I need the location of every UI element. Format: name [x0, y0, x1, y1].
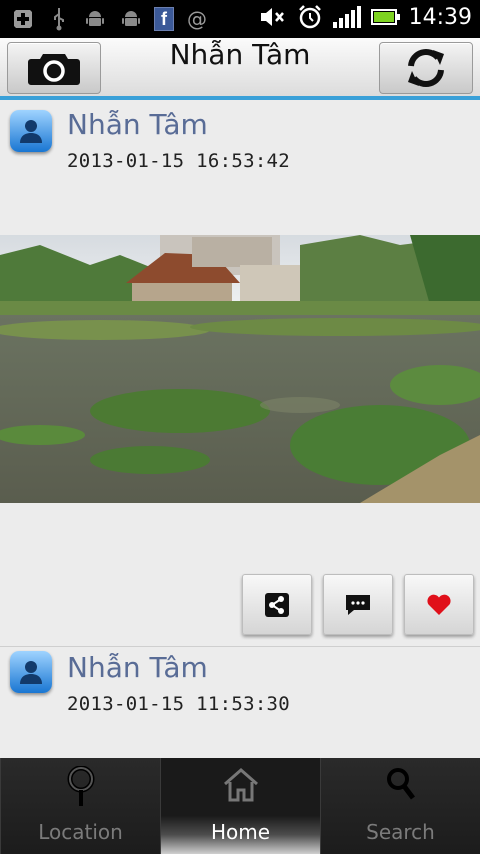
- mute-icon: [260, 8, 284, 26]
- location-pin-icon: [67, 766, 94, 806]
- alarm-icon: [298, 5, 321, 29]
- post-item[interactable]: Nhẫn Tâm 2013-01-15 16:53:42: [0, 104, 480, 234]
- facebook-icon: f: [154, 7, 174, 31]
- tab-search[interactable]: Search: [320, 758, 480, 854]
- camera-icon: [28, 54, 80, 85]
- like-heart-icon: [427, 594, 451, 615]
- notification-icons: f @: [10, 6, 210, 32]
- search-icon: [386, 768, 415, 800]
- share-button[interactable]: [242, 574, 312, 635]
- avatar[interactable]: [10, 651, 52, 693]
- tab-label: Home: [210, 820, 271, 844]
- usb-icon: [46, 6, 72, 32]
- home-icon: [223, 768, 258, 802]
- refresh-button[interactable]: [379, 42, 473, 94]
- add-notification-icon: [10, 6, 36, 32]
- email-at-icon: @: [187, 7, 207, 31]
- tab-label: Search: [366, 820, 435, 844]
- clock: 14:39: [408, 4, 472, 30]
- like-button[interactable]: [404, 574, 474, 635]
- battery-icon: [370, 9, 400, 25]
- post-timestamp: 2013-01-15 16:53:42: [67, 150, 291, 172]
- android-icon: [82, 6, 108, 32]
- post-item[interactable]: Nhẫn Tâm 2013-01-15 11:53:30: [0, 647, 480, 757]
- tab-label: Location: [38, 820, 123, 844]
- share-icon: [265, 592, 289, 617]
- refresh-icon: [408, 49, 444, 87]
- tab-location[interactable]: Location: [0, 758, 160, 854]
- avatar[interactable]: [10, 110, 52, 152]
- page-title: Nhẫn Tâm: [169, 38, 311, 71]
- post-timestamp: 2013-01-15 11:53:30: [67, 693, 291, 715]
- comment-icon: [346, 594, 370, 615]
- user-silhouette-icon: [20, 120, 42, 143]
- comment-button[interactable]: [323, 574, 393, 635]
- camera-button[interactable]: [7, 42, 101, 94]
- system-icons: 14:39: [259, 4, 472, 30]
- river-landscape-image: [0, 235, 480, 503]
- app-header: Nhẫn Tâm: [0, 38, 480, 100]
- android-icon: [118, 6, 144, 32]
- post-author[interactable]: Nhẫn Tâm: [67, 108, 208, 141]
- tab-home[interactable]: Home: [160, 758, 320, 854]
- post-photo[interactable]: [0, 235, 480, 503]
- signal-icon: [332, 6, 361, 28]
- status-bar: f @ 14:39: [0, 0, 480, 38]
- user-silhouette-icon: [20, 661, 42, 684]
- bottom-tab-bar: Location Home Search: [0, 758, 480, 854]
- post-author[interactable]: Nhẫn Tâm: [67, 651, 208, 684]
